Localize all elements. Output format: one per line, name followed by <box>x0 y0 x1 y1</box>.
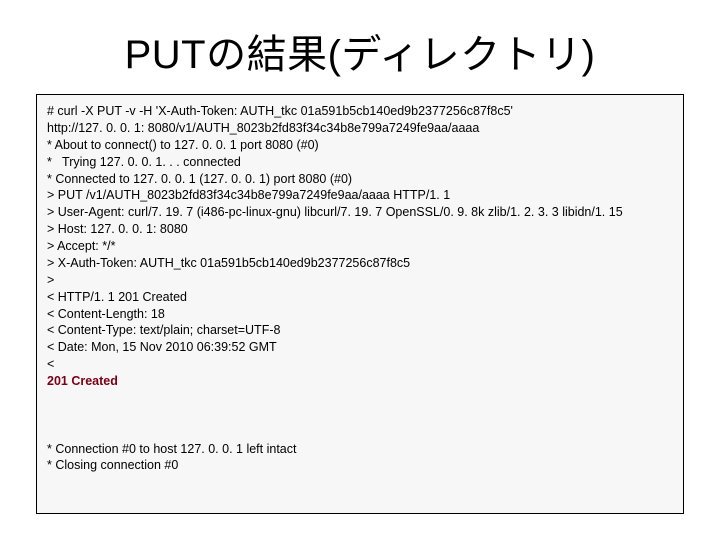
slide-title: PUTの結果(ディレクトリ) <box>0 0 720 90</box>
terminal-line: > PUT /v1/AUTH_8023b2fd83f34c34b8e799a72… <box>47 188 450 202</box>
terminal-line: > Host: 127. 0. 0. 1: 8080 <box>47 222 188 236</box>
terminal-output: # curl -X PUT -v -H 'X-Auth-Token: AUTH_… <box>47 103 673 474</box>
terminal-line: > X-Auth-Token: AUTH_tkc 01a591b5cb140ed… <box>47 256 410 270</box>
slide: PUTの結果(ディレクトリ) # curl -X PUT -v -H 'X-Au… <box>0 0 720 540</box>
terminal-response-status: 201 Created <box>47 374 118 388</box>
terminal-line: * Closing connection #0 <box>47 458 178 472</box>
terminal-line: * About to connect() to 127. 0. 0. 1 por… <box>47 138 319 152</box>
terminal-line: < Date: Mon, 15 Nov 2010 06:39:52 GMT <box>47 340 277 354</box>
terminal-line: > Accept: */* <box>47 239 115 253</box>
terminal-line: < Content-Type: text/plain; charset=UTF-… <box>47 323 280 337</box>
terminal-output-box: # curl -X PUT -v -H 'X-Auth-Token: AUTH_… <box>36 94 684 514</box>
terminal-line: * Connected to 127. 0. 0. 1 (127. 0. 0. … <box>47 172 352 186</box>
terminal-line: * Trying 127. 0. 0. 1. . . connected <box>47 155 241 169</box>
terminal-line: < <box>47 357 54 371</box>
terminal-line: > User-Agent: curl/7. 19. 7 (i486-pc-lin… <box>47 205 623 219</box>
terminal-line: < HTTP/1. 1 201 Created <box>47 290 187 304</box>
terminal-line: http://127. 0. 0. 1: 8080/v1/AUTH_8023b2… <box>47 121 479 135</box>
terminal-line: < Content-Length: 18 <box>47 307 165 321</box>
terminal-line: # curl -X PUT -v -H 'X-Auth-Token: AUTH_… <box>47 104 513 118</box>
terminal-line: * Connection #0 to host 127. 0. 0. 1 lef… <box>47 442 296 456</box>
terminal-line: > <box>47 273 54 287</box>
